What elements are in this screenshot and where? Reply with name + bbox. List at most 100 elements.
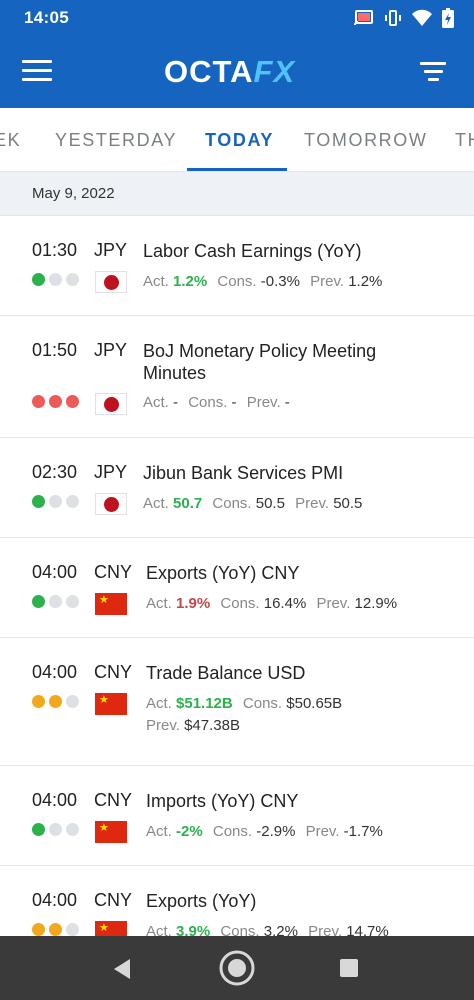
importance-dot xyxy=(32,273,45,286)
actual-label: Act. xyxy=(146,823,172,840)
home-icon[interactable] xyxy=(218,949,256,987)
event-values: Act. -2% Cons. -2.9% Prev. -1.7% xyxy=(146,821,466,843)
consensus-value: 3.2% xyxy=(263,923,298,936)
event-title: Imports (YoY) CNY xyxy=(146,791,299,811)
date-header: May 9, 2022 xyxy=(0,172,474,216)
tab-week[interactable]: EK xyxy=(0,130,21,151)
event-currency: JPY xyxy=(94,240,128,260)
actual-value: - xyxy=(173,394,179,411)
importance-dot xyxy=(66,923,79,936)
recents-icon[interactable] xyxy=(340,959,358,977)
event-currency: JPY xyxy=(94,462,128,482)
importance-dot xyxy=(49,273,62,286)
previous-label: Prev. xyxy=(246,394,281,411)
importance-dot xyxy=(32,923,45,936)
event-row[interactable]: 01:30 JPY Labor Cash Earnings (YoY) Act.… xyxy=(0,216,474,316)
previous-value: 14.7% xyxy=(346,923,389,936)
importance-dot xyxy=(49,823,62,836)
actual-label: Act. xyxy=(146,923,172,936)
china-flag-icon xyxy=(95,593,127,615)
actual-label: Act. xyxy=(143,273,169,290)
octafx-logo: OCTA FX xyxy=(164,54,295,90)
importance-dot xyxy=(49,923,62,936)
importance-dot xyxy=(32,495,45,508)
event-row[interactable]: 04:00 CNY Trade Balance USD Act. $51.12B… xyxy=(0,638,474,766)
event-title: Trade Balance USD xyxy=(146,663,306,683)
japan-flag-icon xyxy=(95,393,127,415)
previous-label: Prev. xyxy=(316,595,351,612)
importance-dot xyxy=(49,395,62,408)
date-label: May 9, 2022 xyxy=(32,185,115,202)
tab-this-week[interactable]: TH xyxy=(455,130,474,151)
date-tabs: EK YESTERDAY TODAY TOMORROW TH xyxy=(0,108,474,172)
tab-yesterday[interactable]: YESTERDAY xyxy=(55,130,177,151)
event-time: 04:00 xyxy=(32,790,78,810)
importance-indicator xyxy=(32,273,79,286)
event-values: Act. $51.12B Cons. $50.65B Prev. $47.38B xyxy=(146,693,386,737)
battery-icon xyxy=(442,8,454,28)
event-values: Act. 1.2% Cons. -0.3% Prev. 1.2% xyxy=(143,271,463,293)
event-currency: CNY xyxy=(94,790,133,810)
consensus-label: Cons. xyxy=(220,923,260,936)
event-time: 04:00 xyxy=(32,662,78,682)
event-time: 01:30 xyxy=(32,240,78,260)
event-row[interactable]: 01:50 JPY BoJ Monetary Policy Meeting Mi… xyxy=(0,316,474,438)
filter-icon-line xyxy=(423,70,443,73)
status-bar: 14:05 xyxy=(0,0,474,36)
menu-icon-line xyxy=(22,78,52,81)
back-icon[interactable] xyxy=(112,958,132,980)
filter-button[interactable] xyxy=(420,62,446,84)
actual-value: $51.12B xyxy=(176,695,233,712)
app-bar: OCTA FX xyxy=(0,36,474,108)
consensus-value: - xyxy=(231,394,237,411)
event-currency: CNY xyxy=(94,662,133,682)
event-row[interactable]: 04:00 CNY Exports (YoY) CNY Act. 1.9% Co… xyxy=(0,538,474,638)
event-time: 04:00 xyxy=(32,890,78,910)
actual-label: Act. xyxy=(143,495,169,512)
event-currency: JPY xyxy=(94,340,128,360)
previous-value: -1.7% xyxy=(343,823,383,840)
consensus-value: 16.4% xyxy=(263,595,307,612)
consensus-value: $50.65B xyxy=(286,695,343,712)
china-flag-icon xyxy=(95,821,127,843)
event-list[interactable]: 01:30 JPY Labor Cash Earnings (YoY) Act.… xyxy=(0,216,474,936)
actual-label: Act. xyxy=(143,394,169,411)
previous-value: 12.9% xyxy=(354,595,398,612)
event-row[interactable]: 04:00 CNY Imports (YoY) CNY Act. -2% Con… xyxy=(0,766,474,866)
japan-flag-icon xyxy=(95,493,127,515)
consensus-label: Cons. xyxy=(188,394,228,411)
logo-primary: OCTA xyxy=(164,54,254,89)
importance-indicator xyxy=(32,395,79,408)
status-icons xyxy=(354,8,454,28)
actual-label: Act. xyxy=(146,595,172,612)
previous-label: Prev. xyxy=(305,823,340,840)
importance-dot xyxy=(32,395,45,408)
tab-today[interactable]: TODAY xyxy=(205,130,274,151)
importance-indicator xyxy=(32,595,79,608)
event-values: Act. 1.9% Cons. 16.4% Prev. 12.9% xyxy=(146,593,466,615)
tab-tomorrow[interactable]: TOMORROW xyxy=(304,130,427,151)
event-values: Act. - Cons. - Prev. - xyxy=(143,392,463,414)
event-time: 01:50 xyxy=(32,340,78,360)
menu-button[interactable] xyxy=(22,60,52,84)
importance-dot xyxy=(32,823,45,836)
event-row[interactable]: 04:00 CNY Exports (YoY) Act. 3.9% Cons. … xyxy=(0,866,474,936)
previous-label: Prev. xyxy=(308,923,343,936)
vibrate-icon xyxy=(385,10,401,26)
event-currency: CNY xyxy=(94,890,133,910)
consensus-value: -0.3% xyxy=(260,273,300,290)
importance-dot xyxy=(49,695,62,708)
consensus-label: Cons. xyxy=(212,495,252,512)
previous-value: 50.5 xyxy=(333,495,363,512)
wifi-icon xyxy=(412,9,432,26)
event-time: 04:00 xyxy=(32,562,78,582)
actual-value: 50.7 xyxy=(173,495,203,512)
event-row[interactable]: 02:30 JPY Jibun Bank Services PMI Act. 5… xyxy=(0,438,474,538)
actual-value: 1.2% xyxy=(173,273,208,290)
importance-dot xyxy=(32,695,45,708)
consensus-label: Cons. xyxy=(212,823,253,840)
cast-icon xyxy=(354,10,373,26)
previous-label: Prev. xyxy=(295,495,330,512)
importance-indicator xyxy=(32,495,79,508)
importance-indicator xyxy=(32,823,79,836)
